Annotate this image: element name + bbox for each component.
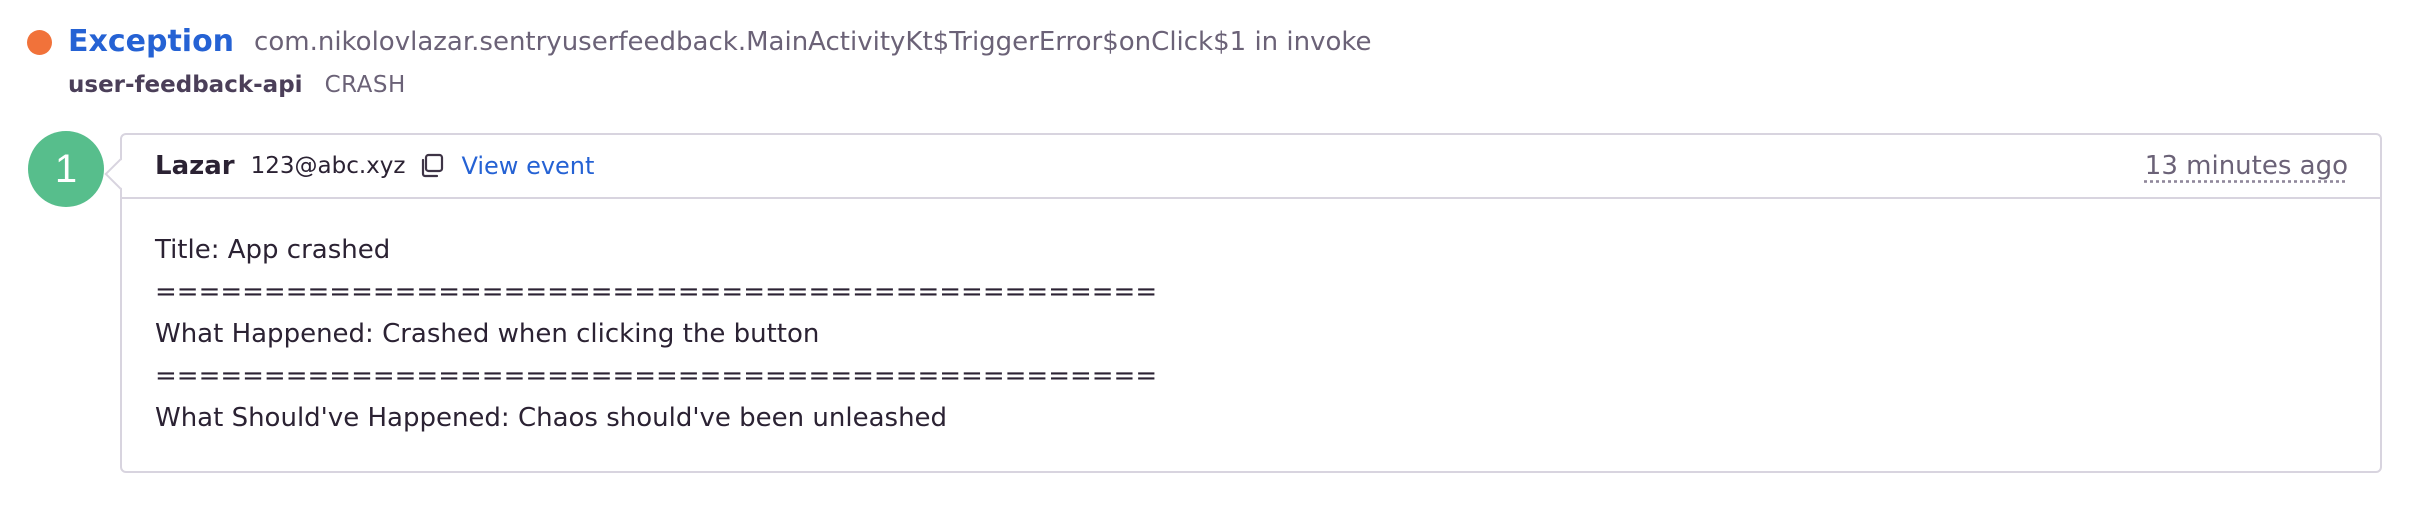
issue-type[interactable]: Exception	[68, 18, 234, 66]
avatar-initial: 1	[54, 146, 78, 191]
feedback-message: Title: App crashed =====================…	[122, 199, 2380, 439]
user-email: 123@abc.xyz	[250, 153, 406, 179]
message-separator: ========================================…	[155, 361, 1158, 391]
copy-icon[interactable]	[419, 153, 445, 179]
feedback-card: Lazar 123@abc.xyz View event 13 minutes …	[104, 133, 2382, 473]
feedback-timestamp[interactable]: 13 minutes ago	[2145, 151, 2348, 181]
issue-title-row: Exception com.nikolovlazar.sentryuserfee…	[27, 18, 2372, 66]
feedback-card-header: Lazar 123@abc.xyz View event 13 minutes …	[122, 135, 2380, 199]
message-separator: ========================================…	[155, 277, 1158, 307]
avatar: 1	[28, 131, 104, 207]
project-name: user-feedback-api	[68, 72, 303, 98]
message-line: Title: App crashed	[155, 235, 391, 265]
issue-meta-row: user-feedback-api CRASH	[68, 66, 2372, 104]
message-line: What Should've Happened: Chaos should've…	[155, 403, 948, 433]
message-line: What Happened: Crashed when clicking the…	[155, 319, 820, 349]
error-level-indicator	[27, 29, 52, 55]
user-name: Lazar	[155, 151, 235, 181]
issue-header: Exception com.nikolovlazar.sentryuserfee…	[27, 18, 2372, 104]
view-event-link[interactable]: View event	[461, 152, 594, 180]
issue-tag: CRASH	[324, 72, 406, 98]
issue-culprit: com.nikolovlazar.sentryuserfeedback.Main…	[254, 27, 1372, 57]
